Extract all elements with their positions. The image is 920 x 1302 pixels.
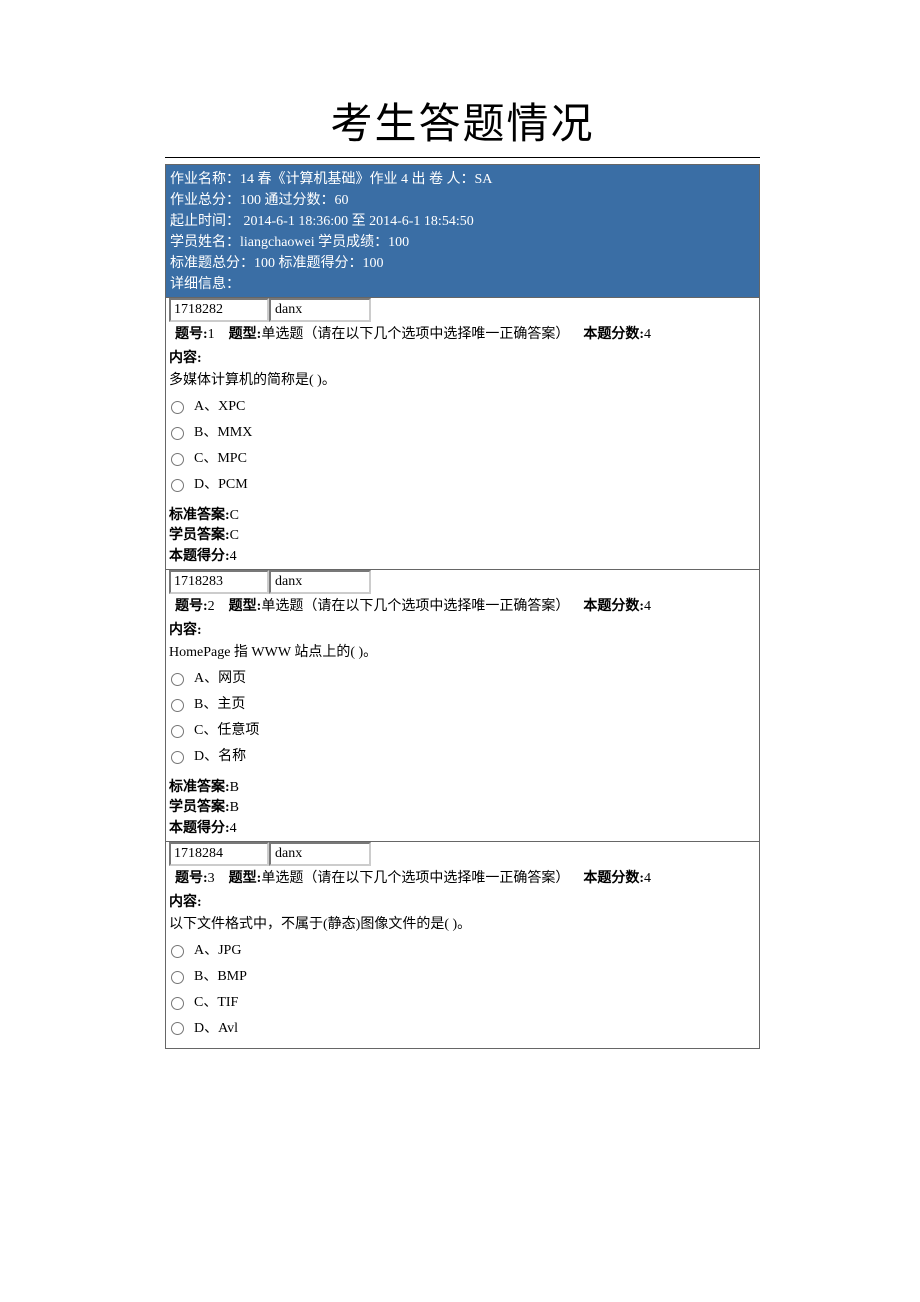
option-label: B、主页: [194, 692, 245, 718]
stu-answer-label: 学员答案:: [169, 800, 230, 815]
info-header: 作业名称：14 春《计算机基础》作业 4 出 卷 人：SA 作业总分：100 通…: [166, 165, 759, 297]
qscore-label: 本题分数:: [583, 327, 644, 342]
option-radio[interactable]: [171, 453, 184, 466]
std-answer-label: 标准答案:: [169, 780, 230, 795]
question-type-cell: danx: [269, 842, 371, 866]
page-title: 考生答题情况: [165, 90, 760, 151]
question-type-cell: danx: [269, 298, 371, 322]
option-row: B、BMP: [169, 964, 759, 990]
option-row: C、TIF: [169, 990, 759, 1016]
qnum-label: 题号:: [175, 599, 208, 614]
qtype-label: 题型:: [229, 599, 262, 614]
option-row: A、网页: [169, 666, 759, 692]
hdr-line-5: 标准题总分：100 标准题得分：100: [170, 253, 755, 274]
option-radio[interactable]: [171, 401, 184, 414]
option-label: D、Avl: [194, 1016, 238, 1042]
results-table: 作业名称：14 春《计算机基础》作业 4 出 卷 人：SA 作业总分：100 通…: [165, 164, 760, 1049]
std-answer-label: 标准答案:: [169, 508, 230, 523]
option-row: A、XPC: [169, 394, 759, 420]
question-meta: 1718282 danx题号:1 题型:单选题（请在以下几个选项中选择唯一正确答…: [166, 298, 759, 348]
option-radio[interactable]: [171, 479, 184, 492]
question-id-cell: 1718283: [169, 570, 269, 594]
option-label: B、MMX: [194, 420, 252, 446]
qnum-label: 题号:: [175, 871, 208, 886]
option-row: C、任意项: [169, 718, 759, 744]
content-label: 内容:: [169, 895, 202, 910]
option-row: B、主页: [169, 692, 759, 718]
option-row: B、MMX: [169, 420, 759, 446]
option-radio[interactable]: [171, 1022, 184, 1035]
option-radio[interactable]: [171, 699, 184, 712]
option-radio[interactable]: [171, 427, 184, 440]
qscore-label: 本题分数:: [583, 599, 644, 614]
hdr-line-2: 作业总分：100 通过分数：60: [170, 190, 755, 211]
answer-block: 标准答案:C学员答案:C本题得分:4: [166, 504, 759, 569]
option-radio[interactable]: [171, 751, 184, 764]
option-label: C、任意项: [194, 718, 259, 744]
question-type-cell: danx: [269, 570, 371, 594]
question-content: 内容:以下文件格式中，不属于(静态)图像文件的是( )。: [166, 892, 759, 939]
content-label: 内容:: [169, 351, 202, 366]
stu-answer-label: 学员答案:: [169, 528, 230, 543]
option-row: D、Avl: [169, 1016, 759, 1042]
hdr-line-4: 学员姓名：liangchaowei 学员成绩：100: [170, 232, 755, 253]
question-id-cell: 1718284: [169, 842, 269, 866]
option-row: D、PCM: [169, 472, 759, 498]
options: A、XPCB、MMXC、MPCD、PCM: [166, 394, 759, 504]
option-label: B、BMP: [194, 964, 247, 990]
question-id-cell: 1718282: [169, 298, 269, 322]
document-page: 考生答题情况 作业名称：14 春《计算机基础》作业 4 出 卷 人：SA 作业总…: [0, 0, 920, 1089]
option-label: D、名称: [194, 744, 246, 770]
answer-block: 标准答案:B学员答案:B本题得分:4: [166, 776, 759, 841]
qscore-label: 本题分数:: [583, 871, 644, 886]
option-row: A、JPG: [169, 938, 759, 964]
question-block: 1718282 danx题号:1 题型:单选题（请在以下几个选项中选择唯一正确答…: [166, 297, 759, 569]
qtype-label: 题型:: [229, 327, 262, 342]
got-score-label: 本题得分:: [169, 549, 230, 564]
question-block: 1718283 danx题号:2 题型:单选题（请在以下几个选项中选择唯一正确答…: [166, 569, 759, 841]
option-row: D、名称: [169, 744, 759, 770]
options: A、JPGB、BMPC、TIFD、Avl: [166, 938, 759, 1048]
hdr-line-6: 详细信息：: [170, 274, 755, 295]
option-label: A、JPG: [194, 938, 241, 964]
question-meta: 1718283 danx题号:2 题型:单选题（请在以下几个选项中选择唯一正确答…: [166, 570, 759, 620]
question-content: 内容:HomePage 指 WWW 站点上的( )。: [166, 620, 759, 667]
option-radio[interactable]: [171, 971, 184, 984]
question-content: 内容:多媒体计算机的简称是( )。: [166, 348, 759, 395]
options: A、网页B、主页C、任意项D、名称: [166, 666, 759, 776]
option-label: A、XPC: [194, 394, 245, 420]
option-radio[interactable]: [171, 673, 184, 686]
got-score-label: 本题得分:: [169, 821, 230, 836]
hdr-line-1: 作业名称：14 春《计算机基础》作业 4 出 卷 人：SA: [170, 169, 755, 190]
option-row: C、MPC: [169, 446, 759, 472]
option-label: C、MPC: [194, 446, 247, 472]
content-label: 内容:: [169, 623, 202, 638]
option-radio[interactable]: [171, 945, 184, 958]
qnum-label: 题号:: [175, 327, 208, 342]
title-rule: [165, 157, 760, 158]
option-label: D、PCM: [194, 472, 248, 498]
option-label: A、网页: [194, 666, 246, 692]
question-meta: 1718284 danx题号:3 题型:单选题（请在以下几个选项中选择唯一正确答…: [166, 842, 759, 892]
option-radio[interactable]: [171, 997, 184, 1010]
option-label: C、TIF: [194, 990, 238, 1016]
question-block: 1718284 danx题号:3 题型:单选题（请在以下几个选项中选择唯一正确答…: [166, 841, 759, 1048]
hdr-line-3: 起止时间： 2014-6-1 18:36:00 至 2014-6-1 18:54…: [170, 211, 755, 232]
option-radio[interactable]: [171, 725, 184, 738]
qtype-label: 题型:: [229, 871, 262, 886]
